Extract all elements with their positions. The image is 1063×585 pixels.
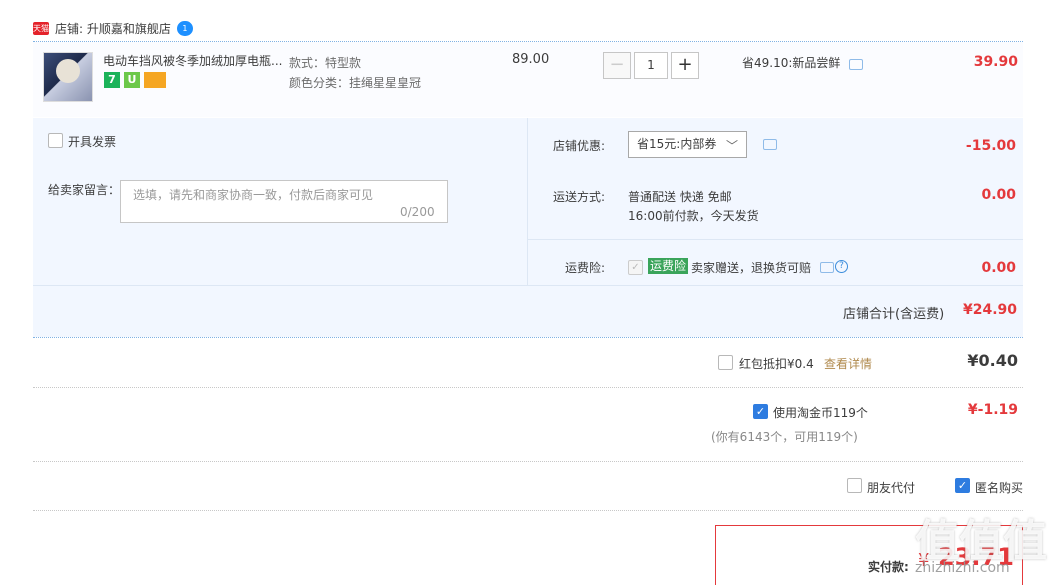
spec-style: 款式：特型款 [289,56,362,70]
spec-color: 颜色分类：挂绳星星皇冠 [289,76,422,90]
friend-pay-label: 朋友代付 [867,481,916,495]
hongbao-checkbox[interactable] [718,355,733,370]
taojinbi-value: ¥-1.19 [967,402,1018,418]
shipping-method: 普通配送 快递 免邮 [628,190,732,204]
taojinbi-label: 使用淘金币119个 [773,406,868,420]
shop-discount-label: 店铺优惠: [553,139,606,153]
pay-label: 实付款: [868,560,909,574]
insurance-text: 卖家赠送，退换货可赔 [691,261,812,275]
comment-icon[interactable] [763,139,777,150]
taojinbi-note: (你有6143个，可用119个) [711,430,858,444]
insurance-checkbox: ✓ [628,260,643,275]
watermark-url: zhizhizhi.com [915,560,1010,576]
seven-day-return-icon[interactable]: 7 [104,72,120,88]
item-discount-text: 省49.10:新品尝鲜 [742,56,841,70]
item-total: 39.90 [973,54,1018,70]
product-title[interactable]: 电动车挡风被冬季加绒加厚电瓶... [103,52,283,69]
divider [33,337,1023,338]
qty-decrease-button[interactable]: − [603,52,631,79]
divider [33,387,1023,388]
taojinbi-checkbox[interactable]: ✓ [753,404,768,419]
shop-name[interactable]: 店铺: 升顺嘉和旗舰店 [55,20,171,37]
shipping-label: 运送方式: [553,190,606,204]
wangwang-chat-icon[interactable]: 1 [176,20,193,36]
hongbao-label: 红包抵扣¥0.4 [739,357,814,371]
anonymous-label: 匿名购买 [975,481,1024,495]
hongbao-details-link[interactable]: 查看详情 [824,355,872,372]
qty-input[interactable]: 1 [634,52,668,79]
insurance-value: 0.00 [981,260,1016,276]
message-placeholder: 选填，请先和商家协商一致，付款后商家可见 [133,188,374,202]
credit-card-icon[interactable] [144,72,166,88]
invoice-checkbox[interactable] [48,133,63,148]
qty-increase-button[interactable]: + [671,52,699,79]
divider [33,510,1023,511]
shipping-value: 0.00 [981,187,1016,203]
chevron-down-icon[interactable]: ﹀ [726,137,738,154]
divider [33,461,1023,462]
divider [33,285,1023,286]
message-char-count: 0/200 [400,205,435,219]
shop-discount-value: -15.00 [965,138,1016,154]
quality-guarantee-icon[interactable]: U [124,72,140,88]
comment-icon[interactable] [849,59,863,70]
hongbao-value: ¥0.40 [967,351,1018,370]
product-thumbnail[interactable] [43,52,93,102]
unit-price: 89.00 [512,52,550,67]
divider [527,239,1023,240]
shop-total-label: 店铺合计(含运费) [843,307,945,322]
divider [527,118,528,286]
message-label: 给卖家留言： [48,183,121,197]
invoice-label: 开具发票 [68,135,117,149]
friend-pay-checkbox[interactable] [847,478,862,493]
help-icon[interactable]: ? [835,260,848,273]
comment-icon[interactable] [820,262,834,273]
insurance-tag: 运费险 [648,258,689,274]
tmall-icon: 天猫 [33,21,49,35]
shop-header: 天猫 店铺: 升顺嘉和旗舰店 1 [33,16,193,40]
shop-total-value: ¥24.90 [963,302,1018,318]
shipping-time: 16:00前付款，今天发货 [628,209,759,223]
insurance-label: 运费险: [565,261,606,275]
anonymous-checkbox[interactable]: ✓ [955,478,970,493]
